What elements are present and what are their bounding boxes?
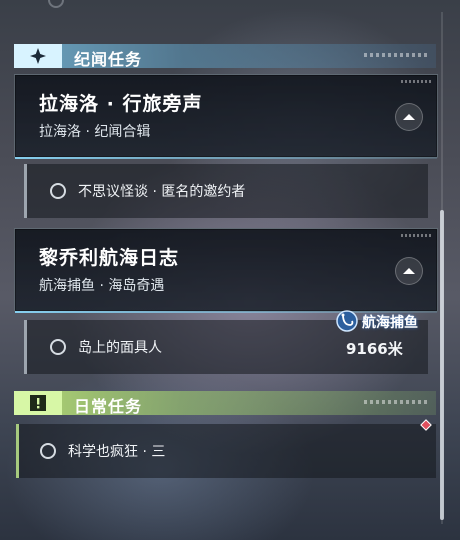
fishing-icon [336, 310, 358, 332]
exclamation-icon [30, 395, 46, 411]
quest-status-circle-icon [48, 0, 64, 8]
row-stripe [24, 320, 27, 374]
quest-title: 拉海洛 · 行旅旁声 [39, 93, 203, 115]
quest-status-circle-icon [50, 339, 66, 355]
new-alert-icon [420, 419, 432, 431]
decorative-pattern [364, 53, 428, 57]
category-title: 纪闻任务 [74, 50, 143, 69]
activity-label: 航海捕鱼 [362, 315, 418, 331]
category-header-lore: 纪闻任务 [14, 44, 436, 69]
card-accent-line [15, 157, 437, 159]
decorative-pattern [401, 234, 431, 237]
scrollbar-thumb[interactable] [440, 210, 444, 520]
chevron-up-icon [403, 268, 415, 274]
distance-readout: 9166米 [346, 340, 403, 358]
row-stripe [16, 424, 19, 478]
daily-quest-row[interactable]: 科学也疯狂 · 三 [16, 424, 436, 478]
sub-quest-label: 不思议怪谈 · 匿名的邀约者 [78, 184, 246, 200]
quest-status-circle-icon [50, 183, 66, 199]
sub-quest-row[interactable]: 不思议怪谈 · 匿名的邀约者 [24, 164, 428, 218]
decorative-pattern [364, 400, 428, 404]
category-header-daily: 日常任务 [14, 391, 436, 416]
quest-status-circle-icon [40, 443, 56, 459]
quest-title: 黎乔利航海日志 [39, 247, 180, 269]
category-icon-box [14, 44, 62, 68]
chevron-up-icon [403, 114, 415, 120]
quest-card[interactable]: 黎乔利航海日志 航海捕鱼 · 海岛奇遇 [14, 228, 438, 313]
decorative-pattern [401, 80, 431, 83]
faded-quest-row[interactable]: …… [18, 0, 418, 12]
quest-subtitle: 拉海洛 · 纪闻合辑 [39, 124, 151, 140]
collapse-button[interactable] [395, 257, 423, 285]
quest-subtitle: 航海捕鱼 · 海岛奇遇 [39, 278, 165, 294]
daily-quest-label: 科学也疯狂 · 三 [68, 444, 166, 460]
quest-card[interactable]: 拉海洛 · 行旅旁声 拉海洛 · 纪闻合辑 [14, 74, 438, 159]
faded-quest-label: …… [84, 0, 110, 4]
category-title: 日常任务 [74, 397, 143, 416]
row-stripe [24, 164, 27, 218]
category-icon-box [14, 391, 62, 415]
collapse-button[interactable] [395, 103, 423, 131]
sub-quest-label: 岛上的面具人 [78, 340, 162, 356]
sparkle-icon [30, 48, 46, 64]
